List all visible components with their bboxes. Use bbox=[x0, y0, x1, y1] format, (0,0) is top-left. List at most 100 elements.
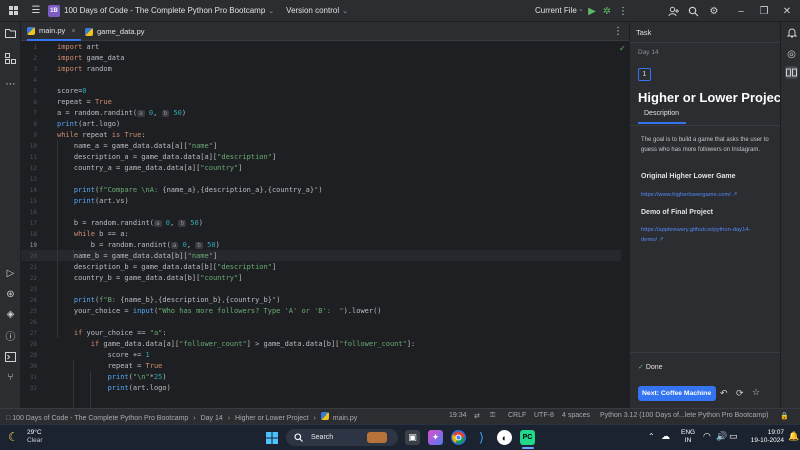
layers-icon[interactable]: ◈ bbox=[4, 308, 17, 321]
minimize-icon[interactable]: – bbox=[735, 5, 747, 17]
code-line[interactable]: while repeat is True: bbox=[57, 130, 146, 141]
code-line[interactable]: name_b = game_data.data[b]["name"] bbox=[57, 251, 217, 262]
indentation[interactable]: 4 spaces bbox=[562, 412, 590, 419]
link-higherlower[interactable]: https://www.higherlowergame.com/ ↗ bbox=[641, 192, 737, 198]
input-language[interactable]: ENG IN bbox=[681, 429, 695, 445]
code-line[interactable]: import art bbox=[57, 42, 99, 53]
code-line[interactable]: print(art.logo) bbox=[57, 119, 120, 130]
code-area[interactable]: import art import game_data import random s… bbox=[57, 41, 617, 408]
code-line[interactable]: print(art.vs) bbox=[57, 196, 129, 207]
close-icon[interactable]: ✕ bbox=[781, 5, 793, 17]
lock-icon[interactable]: 🔒 bbox=[780, 412, 789, 420]
start-windows-icon[interactable] bbox=[264, 430, 279, 445]
more-tools-icon[interactable]: ⋯ bbox=[4, 78, 17, 91]
code-line[interactable]: name_a = game_data.data[a]["name"] bbox=[57, 141, 217, 152]
code-line[interactable]: repeat = True bbox=[57, 97, 112, 108]
chevron-down-icon[interactable]: ⌄ bbox=[342, 7, 348, 15]
tab-game-data-py[interactable]: game_data.py bbox=[85, 22, 165, 41]
notification-center-icon[interactable]: 🔔 bbox=[788, 431, 799, 442]
code-line[interactable]: print("\n"*25) bbox=[57, 372, 167, 383]
python-packages-icon[interactable]: ⊛ bbox=[4, 288, 17, 301]
python-interpreter[interactable]: Python 3.12 (100 Days of...lete Python P… bbox=[600, 412, 768, 419]
code-line[interactable]: description_b = game_data.data[b]["descr… bbox=[57, 262, 276, 273]
soft-wrap-icon[interactable]: ⇄ bbox=[474, 412, 480, 420]
link-demo[interactable]: https://appbrewery.github.io/python-day1… bbox=[641, 225, 751, 245]
notifications-bell-icon[interactable] bbox=[785, 26, 798, 39]
code-line[interactable]: import game_data bbox=[57, 53, 124, 64]
undo-icon[interactable]: ↶ bbox=[720, 388, 728, 399]
breadcrumb-item[interactable]: 100 Days of Code - The Complete Python P… bbox=[12, 415, 188, 422]
cloud-icon[interactable]: ☁ bbox=[661, 431, 670, 442]
run-configuration[interactable]: Current File bbox=[535, 6, 577, 15]
windows-logo-icon[interactable] bbox=[8, 5, 20, 17]
run-icon[interactable]: ▷ bbox=[4, 267, 17, 280]
weather-moon-icon[interactable]: ☾ bbox=[8, 430, 19, 444]
more-icon[interactable]: ⋮ bbox=[617, 5, 629, 17]
version-control-menu[interactable]: Version control bbox=[286, 6, 339, 15]
code-line[interactable]: print(f"B: {name_b},{description_b},{cou… bbox=[57, 295, 281, 306]
breadcrumb-item[interactable]: Higher or Lower Project bbox=[235, 415, 309, 422]
code-line[interactable]: print(art.logo) bbox=[57, 383, 171, 394]
run-icon[interactable]: ▶ bbox=[586, 5, 598, 17]
battery-icon[interactable]: ▭ bbox=[729, 431, 738, 442]
task-view-icon[interactable]: ▣ bbox=[405, 430, 420, 445]
task-step-indicator[interactable]: 1 bbox=[638, 68, 651, 81]
structure-icon[interactable] bbox=[4, 52, 17, 65]
tab-options-icon[interactable]: ⋮ bbox=[613, 26, 623, 37]
file-encoding[interactable]: UTF-8 bbox=[534, 412, 554, 419]
code-line[interactable]: repeat = True bbox=[57, 361, 163, 372]
readonly-icon[interactable]: ⚿ bbox=[490, 412, 495, 420]
chevron-down-icon[interactable]: ⌄ bbox=[578, 5, 584, 13]
folder-icon[interactable] bbox=[4, 26, 17, 39]
next-task-button[interactable]: Next: Coffee Machine bbox=[638, 386, 716, 401]
pycharm-icon[interactable]: PC bbox=[520, 430, 535, 445]
code-line[interactable]: score += 1 bbox=[57, 350, 150, 361]
show-hidden-icons[interactable]: ⌃ bbox=[648, 432, 655, 441]
star-icon[interactable]: ☆ bbox=[752, 387, 760, 398]
code-line[interactable]: print(f"Compare \nA: {name_a},{descripti… bbox=[57, 185, 323, 196]
back-chevron-icon[interactable]: □ bbox=[6, 415, 10, 422]
code-line[interactable]: while b == a: bbox=[57, 229, 129, 240]
code-line[interactable]: score=0 bbox=[57, 86, 87, 97]
code-line[interactable]: import random bbox=[57, 64, 112, 75]
wifi-icon[interactable]: ◠ bbox=[703, 431, 711, 442]
project-name[interactable]: 100 Days of Code - The Complete Python P… bbox=[64, 6, 265, 15]
debug-icon[interactable]: ✲ bbox=[601, 5, 613, 17]
code-line[interactable]: country_b = game_data.data[b]["country"] bbox=[57, 273, 243, 284]
code-line[interactable]: description_a = game_data.data[a]["descr… bbox=[57, 152, 276, 163]
code-line[interactable]: a = random.randint(a 0, b 50) bbox=[57, 108, 186, 119]
search-icon[interactable] bbox=[687, 5, 699, 17]
version-control-icon[interactable]: ⑂ bbox=[4, 371, 17, 384]
chrome-icon[interactable] bbox=[451, 430, 466, 445]
code-line[interactable]: b = random.randint(a 0, b 50) bbox=[57, 240, 220, 251]
main-menu-icon[interactable]: ☰ bbox=[30, 5, 42, 17]
refresh-icon[interactable]: ⟳ bbox=[736, 388, 744, 399]
weather-widget[interactable]: 29°C Clear bbox=[27, 429, 43, 445]
taskbar-search[interactable]: Search bbox=[286, 429, 398, 446]
code-line[interactable]: your_choice = input("Who has more follow… bbox=[57, 306, 382, 317]
add-user-icon[interactable] bbox=[667, 5, 679, 17]
code-line[interactable]: b = random.randint(a 0, b 50) bbox=[57, 218, 203, 229]
problems-icon[interactable]: ⓘ bbox=[4, 329, 17, 343]
inspection-ok-icon[interactable]: ✓ bbox=[619, 44, 626, 53]
terminal-icon[interactable] bbox=[4, 350, 17, 363]
code-line[interactable]: country_a = game_data.data[a]["country"] bbox=[57, 163, 243, 174]
tab-main-py[interactable]: main.py × bbox=[27, 22, 81, 41]
whatsapp-icon[interactable]: ◐ bbox=[497, 430, 512, 445]
chevron-down-icon[interactable]: ⌄ bbox=[268, 7, 274, 15]
code-line[interactable]: if game_data.data[a]["follower_count"] >… bbox=[57, 339, 416, 350]
close-tab-icon[interactable]: × bbox=[71, 26, 75, 35]
code-line[interactable]: if your_choice == "a": bbox=[57, 328, 167, 339]
volume-icon[interactable]: 🔊 bbox=[716, 431, 727, 442]
line-separator[interactable]: CRLF bbox=[508, 412, 526, 419]
breadcrumb-item[interactable]: Day 14 bbox=[201, 415, 223, 422]
copilot-icon[interactable]: ✦ bbox=[428, 430, 443, 445]
maximize-icon[interactable]: ❐ bbox=[758, 5, 770, 17]
code-editor[interactable]: 1 2 3 4 5 6 7 8 9 10 11 12 13 14 15 16 17 18 19 20 21 22 23 24 2… bbox=[21, 41, 629, 408]
clock[interactable]: 19:07 19-10-2024 bbox=[744, 429, 784, 445]
tab-description[interactable]: Description bbox=[638, 110, 686, 124]
course-book-icon[interactable] bbox=[785, 66, 798, 79]
cursor-position[interactable]: 19:34 bbox=[449, 412, 467, 419]
vscode-icon[interactable]: ⟩ bbox=[474, 430, 489, 445]
settings-gear-icon[interactable]: ⚙ bbox=[708, 5, 720, 17]
